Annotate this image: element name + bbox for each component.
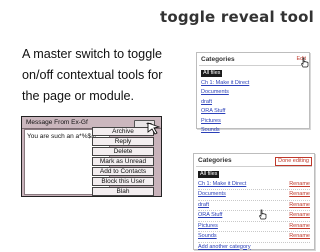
category-link[interactable]: Ch 1: Make it Direct [201, 80, 249, 86]
heading-divider [196, 166, 312, 167]
category-item: draft Rename [198, 201, 310, 212]
category-link[interactable]: ORA Stuff [198, 212, 222, 218]
categories-heading: Categories [201, 56, 235, 63]
category-item: ORA Stuff Rename [198, 211, 310, 222]
category-link[interactable]: draft [198, 202, 209, 208]
all-files-button[interactable]: All files [201, 70, 222, 77]
rename-link[interactable]: Rename [289, 222, 310, 230]
rename-link[interactable]: Rename [289, 211, 310, 219]
menu-item-block-user[interactable]: Block this User [92, 177, 154, 186]
category-list: All files Ch 1: Make it Direct Documents… [201, 69, 305, 136]
category-link[interactable]: Ch 1: Make it Direct [198, 181, 246, 187]
add-category-row: Add another category [198, 243, 310, 252]
menu-item-mark-unread[interactable]: Mark as Unread [92, 157, 154, 166]
categories-panel-collapsed: Categories Edit All files Ch 1: Make it … [196, 52, 310, 129]
arrow-cursor-icon [147, 121, 163, 135]
category-item: Documents [201, 88, 305, 98]
hand-cursor-icon [258, 209, 268, 220]
category-link[interactable]: Sounds [201, 127, 220, 133]
category-link[interactable]: ORA Stuff [201, 108, 225, 114]
category-item: Ch 1: Make it Direct [201, 79, 305, 89]
rename-link[interactable]: Rename [289, 232, 310, 240]
category-item: draft [201, 98, 305, 108]
category-link[interactable]: Documents [201, 89, 229, 95]
category-list: All files Ch 1: Make it Direct Rename Doc… [198, 170, 310, 252]
done-editing-button[interactable]: Done editing [275, 157, 312, 166]
menu-item-reply[interactable]: Reply [92, 137, 154, 146]
slide-title: toggle reveal tool [160, 8, 314, 26]
category-item: Sounds Rename [198, 232, 310, 243]
menu-item-delete[interactable]: Delete [92, 147, 154, 156]
menu-item-blah[interactable]: Blah [92, 187, 154, 196]
category-link[interactable]: Pictures [198, 223, 218, 229]
category-item: Pictures [201, 117, 305, 127]
category-link[interactable]: Documents [198, 191, 226, 197]
categories-heading: Categories [198, 157, 232, 164]
category-link[interactable]: draft [201, 99, 212, 105]
category-item: Ch 1: Make it Direct Rename [198, 180, 310, 191]
rename-link[interactable]: Rename [289, 180, 310, 188]
category-all-files: All files [198, 170, 310, 180]
categories-panel-editing: Categories Done editing All files Ch 1: … [193, 153, 315, 250]
category-item: Documents Rename [198, 190, 310, 201]
category-all-files: All files [201, 69, 305, 79]
menu-item-archive[interactable]: Archive [92, 127, 154, 136]
category-item: ORA Stuff [201, 107, 305, 117]
message-actions-menu: Archive Reply Delete Mark as Unread Add … [92, 127, 154, 197]
category-link[interactable]: Pictures [201, 118, 221, 124]
all-files-button[interactable]: All files [198, 171, 219, 178]
category-item: Pictures Rename [198, 222, 310, 233]
rename-link[interactable]: Rename [289, 190, 310, 198]
menu-item-add-contacts[interactable]: Add to Contacts [92, 167, 154, 176]
category-link[interactable]: Sounds [198, 233, 217, 239]
hand-cursor-icon [300, 57, 310, 68]
heading-divider [199, 65, 307, 66]
slide-description: A master switch to toggle on/off context… [22, 44, 182, 107]
rename-link[interactable]: Rename [289, 201, 310, 209]
category-item: Sounds [201, 126, 305, 136]
